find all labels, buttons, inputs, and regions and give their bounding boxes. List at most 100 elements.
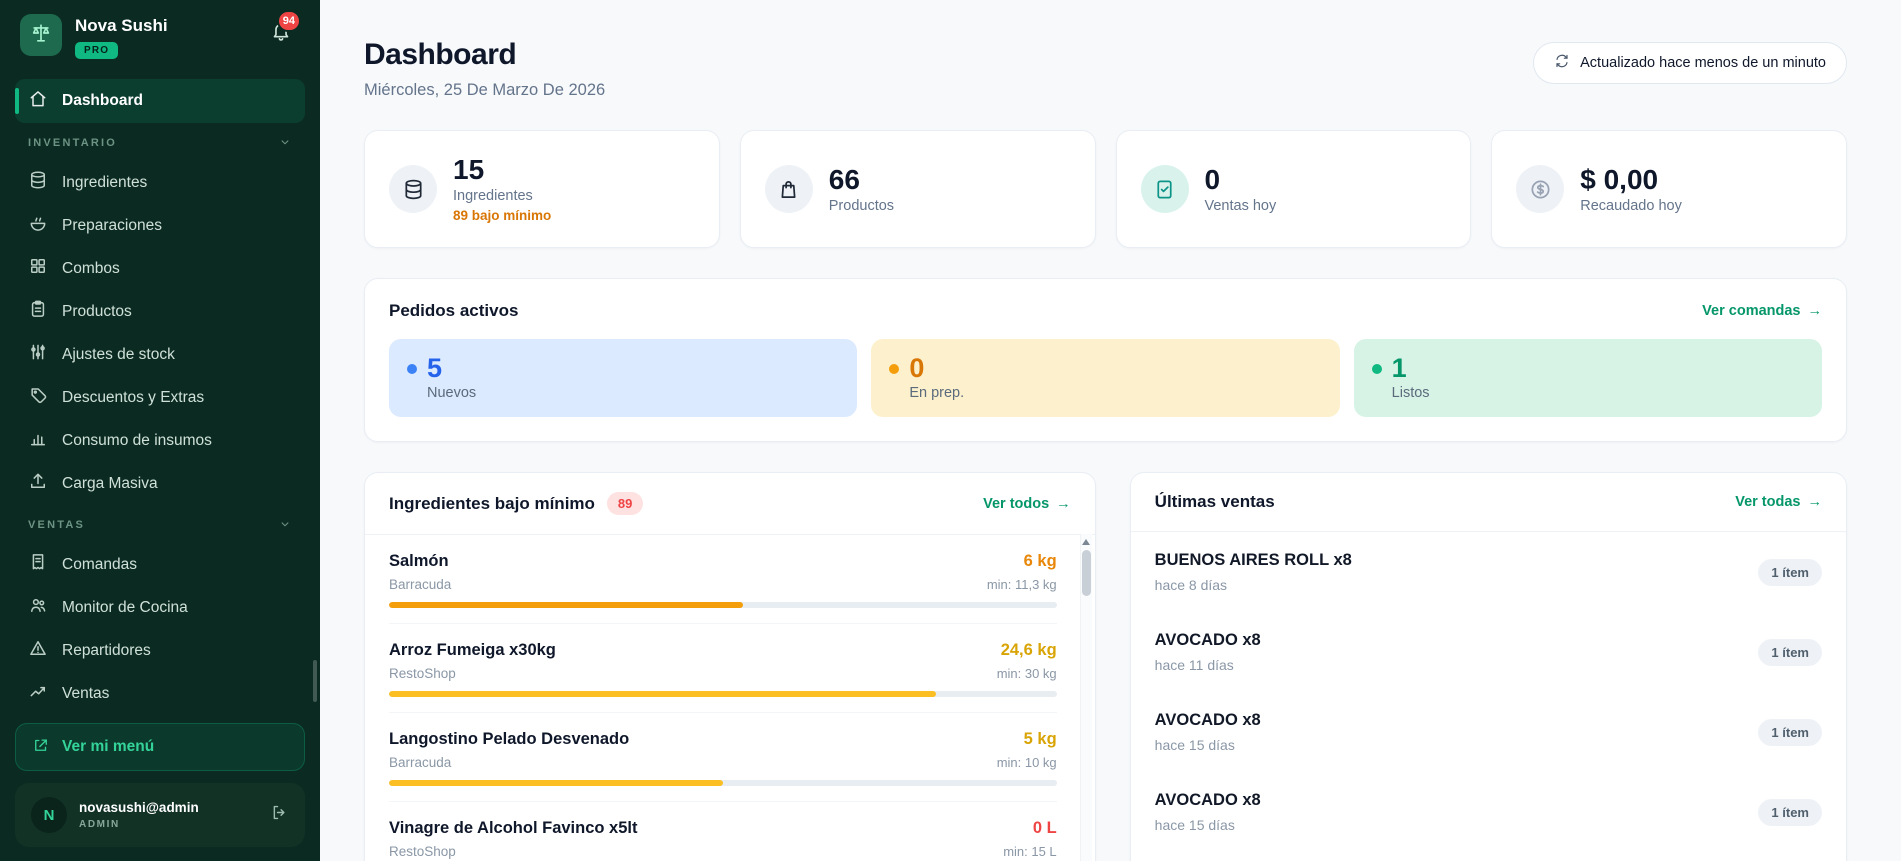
stat-value: $ 0,00: [1580, 163, 1659, 195]
stock-progress-track: [389, 602, 1057, 609]
status-box-en-prep[interactable]: 0 En prep.: [871, 339, 1340, 418]
ingredient-supplier: RestoShop: [389, 844, 456, 860]
page-header: Dashboard Miércoles, 25 De Marzo De 2026…: [364, 38, 1847, 100]
section-title: VENTAS: [28, 519, 86, 531]
sale-row[interactable]: AVOCADO x8 hace 11 días 1 ítem: [1155, 612, 1822, 692]
ingredient-name: Salmón: [389, 552, 449, 571]
trending-up-icon: [28, 681, 48, 706]
receipt-check-icon: [1140, 165, 1189, 214]
status-box-nuevos[interactable]: 5 Nuevos: [389, 339, 858, 418]
sale-name: AVOCADO x8: [1154, 791, 1261, 810]
sidebar-item-label: Dashboard: [62, 92, 143, 109]
brand-logo[interactable]: [20, 14, 62, 56]
view-all-sales-link[interactable]: Ver todas →: [1735, 494, 1822, 510]
tag-icon: [28, 385, 48, 410]
ingredient-supplier: RestoShop: [389, 666, 456, 682]
sidebar-scrollbar[interactable]: [313, 660, 317, 702]
low-stock-panel: Ingredientes bajo mínimo 89 Ver todos → …: [364, 472, 1096, 861]
sidebar-item-label: Comandas: [62, 555, 137, 573]
active-orders-title: Pedidos activos: [389, 301, 519, 321]
sidebar-item-repartidores[interactable]: Repartidores: [15, 629, 305, 672]
ingredient-amount: 5 kg: [1023, 730, 1057, 749]
stock-row[interactable]: Langostino Pelado Desvenado Barracuda 5 …: [389, 713, 1057, 803]
stat-value: 0: [1204, 163, 1221, 195]
sidebar-item-descuentos-y-extras[interactable]: Descuentos y Extras: [15, 376, 305, 419]
stock-row[interactable]: Vinagre de Alcohol Favinco x5lt RestoSho…: [389, 802, 1057, 861]
view-menu-button[interactable]: Ver mi menú: [15, 723, 305, 771]
notifications-button[interactable]: 94: [270, 10, 301, 47]
stock-progress-track: [389, 780, 1057, 787]
sale-name: AVOCADO x8: [1154, 711, 1261, 730]
ingredients-stat-icon: [389, 165, 437, 214]
stat-card-ingredientes[interactable]: 15 Ingredientes 89 bajo mínimo: [364, 130, 720, 249]
sidebar-item-consumo-de-insumos[interactable]: Consumo de insumos: [15, 419, 305, 462]
sale-name: AVOCADO x8: [1154, 631, 1261, 650]
sale-row[interactable]: AVOCADO x8 hace 15 días 1 ítem: [1155, 772, 1822, 852]
sidebar-item-label: Ventas: [62, 684, 110, 702]
sidebar-item-productos[interactable]: Productos: [15, 290, 305, 333]
ingredient-amount: 0 L: [1032, 819, 1057, 838]
receipt-icon: [28, 552, 48, 577]
list-scrollbar[interactable]: [1079, 534, 1092, 861]
sale-row[interactable]: AVOCADO x8 hace 15 días 1 ítem: [1155, 692, 1822, 772]
stat-card-productos[interactable]: 66 Productos: [739, 130, 1096, 249]
stock-row[interactable]: Arroz Fumeiga x30kg RestoShop 24,6 kg mi…: [389, 624, 1057, 714]
sidebar-item-ventas[interactable]: Ventas: [15, 672, 305, 715]
ingredient-min: min: 10 kg: [996, 755, 1057, 771]
stat-value: 15: [453, 154, 485, 185]
bowl-icon: [28, 213, 48, 238]
sidebar-item-combos[interactable]: Combos: [15, 247, 305, 290]
refresh-button[interactable]: Actualizado hace menos de un minuto: [1533, 42, 1847, 84]
external-link-icon: [32, 736, 50, 759]
alert-triangle-icon: [28, 638, 48, 663]
sidebar-item-comandas[interactable]: Comandas: [15, 543, 305, 586]
upload-icon: [28, 471, 48, 496]
ingredients-icon: [28, 170, 48, 195]
page-title: Dashboard: [364, 38, 517, 71]
stat-card-ventas-hoy[interactable]: 0 Ventas hoy: [1115, 130, 1472, 249]
refresh-label: Actualizado hace menos de un minuto: [1580, 55, 1826, 71]
status-label: En prep.: [909, 385, 965, 402]
ingredient-name: Arroz Fumeiga x30kg: [389, 641, 556, 660]
bag-icon: [764, 165, 813, 214]
sale-row[interactable]: BUENOS AIRES ROLL x8 hace 8 días 1 ítem: [1155, 532, 1822, 612]
sidebar-item-dashboard[interactable]: Dashboard: [15, 79, 305, 123]
active-orders-card: Pedidos activos Ver comandas → 5 Nuevos …: [364, 278, 1847, 443]
view-orders-link[interactable]: Ver comandas →: [1702, 303, 1822, 319]
sidebar-item-label: Descuentos y Extras: [62, 388, 205, 406]
section-title: INVENTARIO: [28, 137, 118, 149]
dollar-icon: [1516, 165, 1565, 214]
users-icon: [28, 595, 48, 620]
status-box-listos[interactable]: 1 Listos: [1353, 339, 1822, 418]
sidebar-item-label: Ajustes de stock: [62, 345, 175, 363]
sidebar-item-ingredientes[interactable]: Ingredientes: [15, 161, 305, 204]
sidebar-item-carga-masiva[interactable]: Carga Masiva: [15, 462, 305, 505]
sidebar-section-inventario[interactable]: INVENTARIO: [15, 125, 305, 161]
ingredient-name: Langostino Pelado Desvenado: [389, 730, 630, 749]
sidebar-item-ajustes-de-stock[interactable]: Ajustes de stock: [15, 333, 305, 376]
user-card[interactable]: N novasushi@admin ADMIN: [15, 783, 305, 847]
ingredient-amount: 24,6 kg: [1000, 641, 1057, 660]
bottom-panels: Ingredientes bajo mínimo 89 Ver todos → …: [364, 472, 1847, 861]
stat-label: Ingredientes: [453, 188, 533, 205]
ingredient-min: min: 15 L: [1003, 844, 1057, 860]
sidebar-section-ventas[interactable]: VENTAS: [15, 507, 305, 543]
sidebar-item-preparaciones[interactable]: Preparaciones: [15, 204, 305, 247]
chevron-down-icon: [278, 517, 292, 534]
stock-progress-track: [389, 691, 1057, 698]
sidebar-item-monitor-de-cocina[interactable]: Monitor de Cocina: [15, 586, 305, 629]
stock-row[interactable]: Salmón Barracuda 6 kg min: 11,3 kg: [389, 535, 1057, 625]
scroll-up-arrow[interactable]: [1082, 539, 1091, 546]
sidebar-item-label: Combos: [62, 259, 120, 277]
main-content: Dashboard Miércoles, 25 De Marzo De 2026…: [320, 0, 1901, 861]
stat-card-recaudado[interactable]: $ 0,00 Recaudado hoy: [1491, 130, 1847, 249]
status-label: Nuevos: [427, 385, 477, 402]
status-count: 1: [1391, 353, 1407, 384]
view-all-ingredients-link[interactable]: Ver todos →: [983, 496, 1071, 512]
logout-button[interactable]: [270, 803, 289, 827]
user-email: novasushi@admin: [79, 800, 199, 815]
stat-label: Productos: [828, 197, 895, 214]
status-label: Listos: [1391, 385, 1430, 402]
scrollbar-thumb[interactable]: [1081, 550, 1091, 597]
stat-label: Ventas hoy: [1204, 197, 1277, 214]
